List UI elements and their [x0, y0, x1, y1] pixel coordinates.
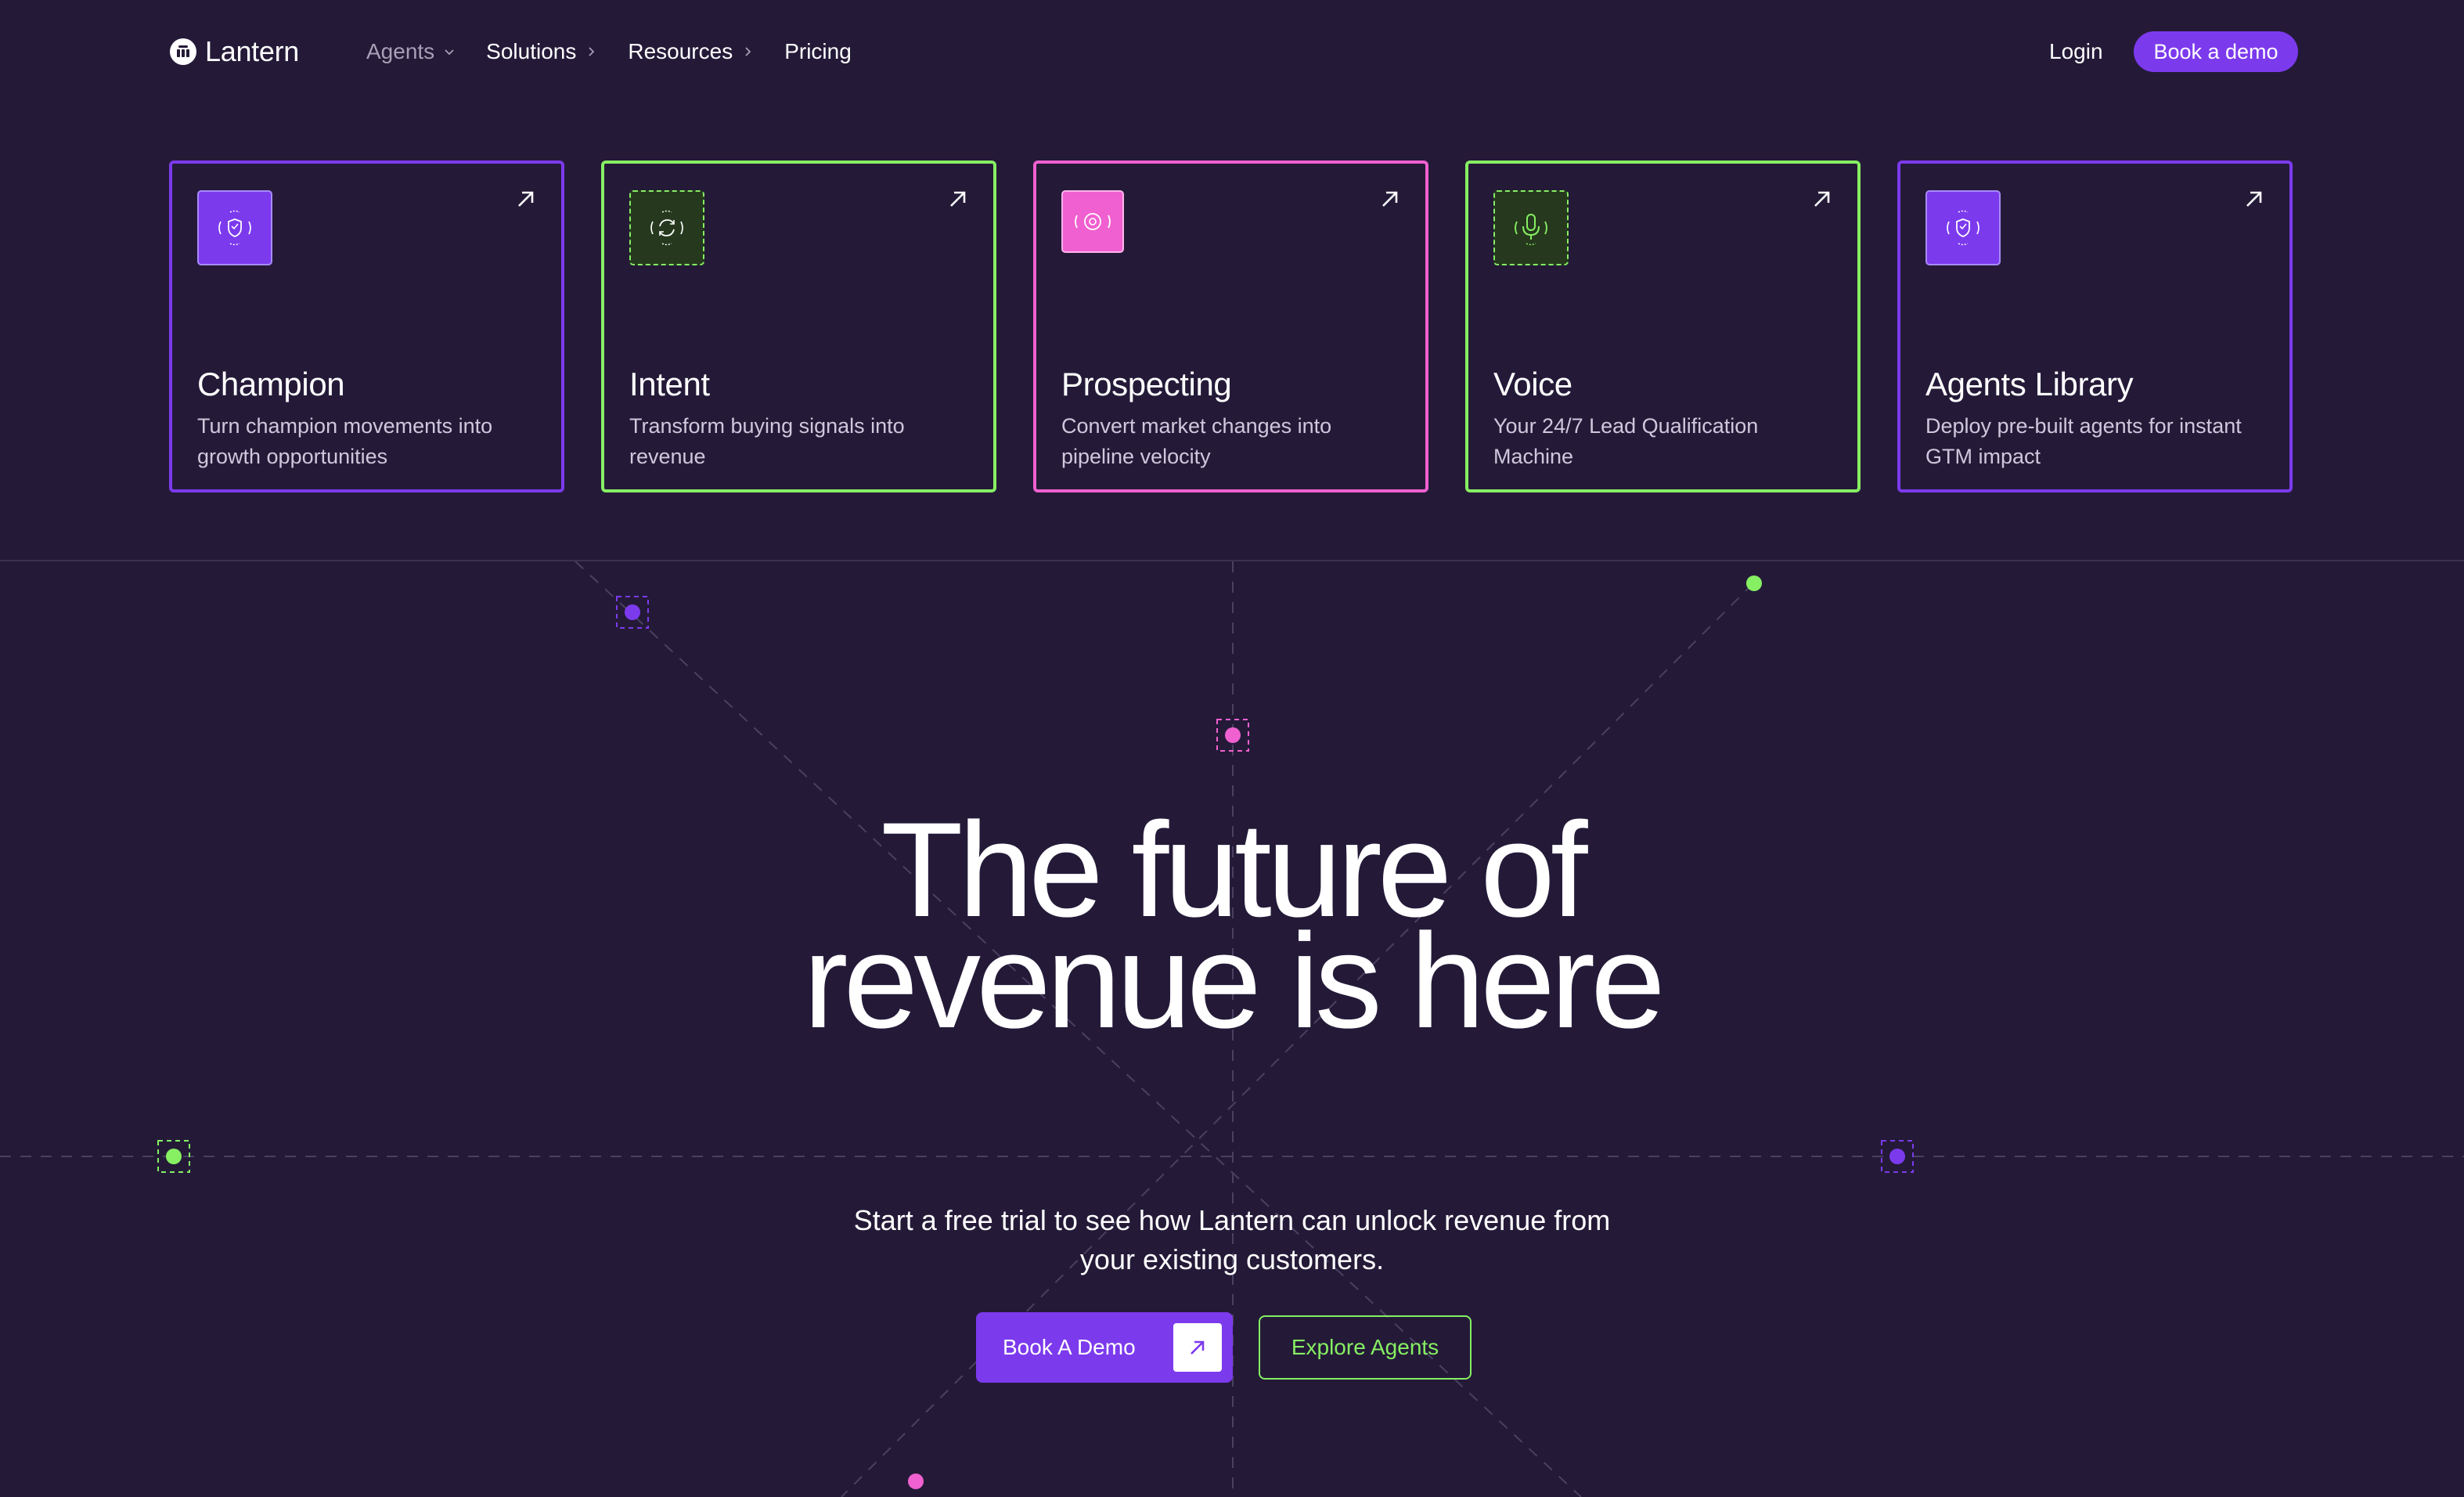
login-link[interactable]: Login: [2049, 33, 2103, 70]
microphone-icon: [1493, 190, 1569, 265]
hero-title: The future of revenue is here: [803, 795, 1666, 1056]
chevron-right-icon: [745, 47, 751, 56]
nav-solutions[interactable]: Solutions: [486, 39, 598, 64]
nav-pricing[interactable]: Pricing: [784, 39, 852, 64]
agent-card-agents-library[interactable]: Agents Library Deploy pre-built agents f…: [1897, 161, 2293, 492]
arrow-up-right-icon: [1382, 191, 1398, 207]
brand-name: Lantern: [205, 35, 299, 67]
chevron-down-icon: [445, 49, 454, 56]
nav-solutions-label: Solutions: [486, 39, 577, 63]
hero-subtitle: Start a free trial to see how Lantern ca…: [853, 1204, 1611, 1275]
card-title: Voice: [1493, 366, 1572, 402]
brand-logo[interactable]: Lantern: [168, 33, 299, 70]
marker-dot-pink-bottom: [908, 1474, 924, 1489]
card-title: Agents Library: [1925, 366, 2134, 402]
explore-agents-button[interactable]: Explore Agents: [1259, 1315, 1472, 1380]
nav-agents[interactable]: Agents: [366, 39, 456, 64]
nav-agents-label: Agents: [366, 39, 435, 63]
agent-card-intent[interactable]: Intent Transform buying signals into rev…: [601, 161, 996, 492]
top-nav: Lantern Agents Solutions Resources Prici…: [0, 0, 2464, 103]
nav-resources-label: Resources: [628, 39, 733, 63]
lantern-logo-icon: [170, 38, 196, 65]
card-description: Turn champion movements into growth oppo…: [197, 414, 493, 468]
chevron-right-icon: [589, 47, 595, 56]
agent-card-champion[interactable]: Champion Turn champion movements into gr…: [169, 161, 564, 492]
agent-card-prospecting[interactable]: Prospecting Convert market changes into …: [1033, 161, 1428, 492]
marker-dot-purple-topleft: [616, 596, 649, 629]
nav-links: Agents Solutions Resources Pricing: [366, 33, 881, 70]
book-demo-button[interactable]: Book a demo: [2134, 31, 2298, 72]
refresh-icon: [629, 190, 704, 265]
card-title: Intent: [629, 366, 710, 402]
card-description: Deploy pre-built agents for instant GTM …: [1925, 414, 2242, 468]
shield-icon: [197, 190, 272, 265]
card-description: Convert market changes into pipeline vel…: [1061, 414, 1332, 468]
nav-pricing-label: Pricing: [784, 39, 852, 63]
marker-dot-green-topright: [1746, 575, 1762, 591]
book-a-demo-button[interactable]: Book A Demo: [976, 1312, 1233, 1383]
card-description: Your 24/7 Lead Qualification Machine: [1493, 414, 1759, 468]
arrow-up-right-icon: [1173, 1323, 1222, 1372]
arrow-up-right-icon: [2246, 191, 2262, 207]
card-title: Champion: [197, 366, 345, 402]
marker-dot-purple-right: [1881, 1140, 1914, 1173]
arrow-up-right-icon: [518, 191, 534, 207]
agent-card-voice[interactable]: Voice Your 24/7 Lead Qualification Machi…: [1465, 161, 1861, 492]
book-a-demo-label: Book A Demo: [1003, 1335, 1136, 1359]
arrow-up-right-icon: [1814, 191, 1830, 207]
shield-icon: [1925, 190, 2001, 265]
target-icon: [1061, 190, 1124, 253]
arrow-up-right-icon: [950, 191, 966, 207]
card-description: Transform buying signals into revenue: [629, 414, 905, 468]
card-title: Prospecting: [1061, 366, 1232, 402]
nav-resources[interactable]: Resources: [628, 39, 755, 64]
